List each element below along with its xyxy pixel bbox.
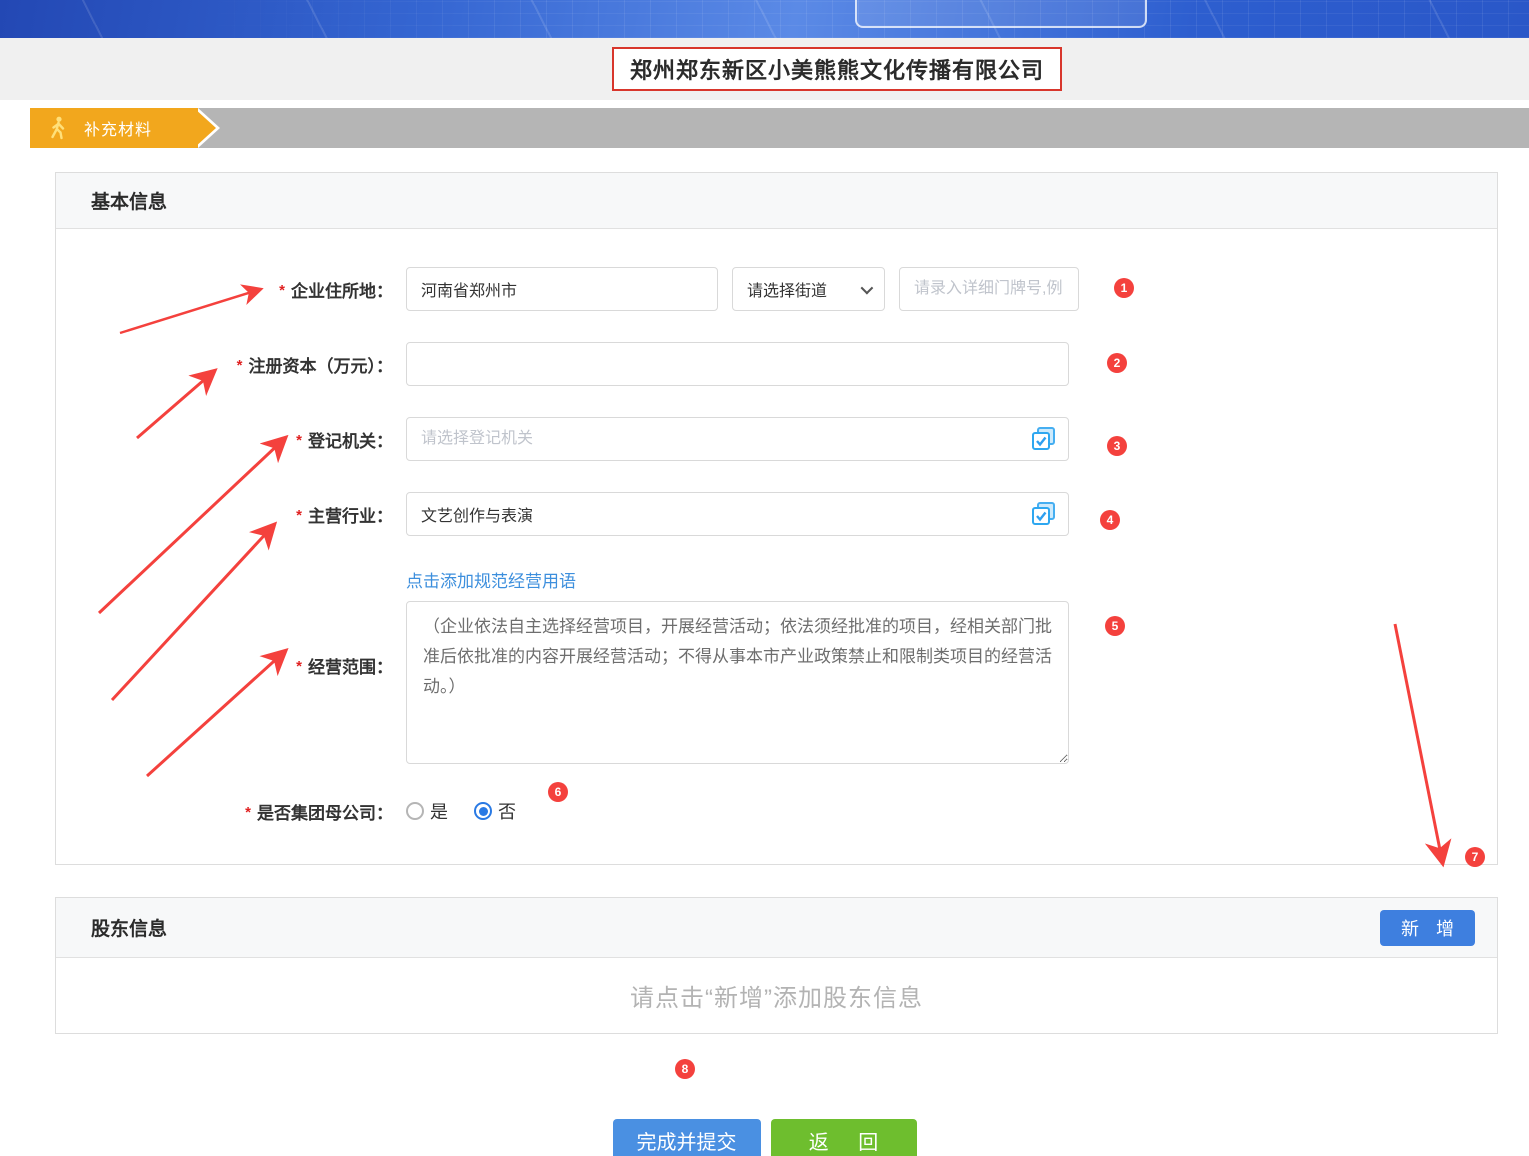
add-shareholder-button[interactable]: 新 增 bbox=[1380, 910, 1475, 946]
capital-label: *注册资本（万元）： bbox=[56, 352, 406, 377]
tab-supplementary-materials[interactable]: 补充材料 bbox=[30, 108, 198, 148]
required-asterisk: * bbox=[279, 282, 285, 299]
company-title: 郑州郑东新区小美熊熊文化传播有限公司 bbox=[630, 53, 1044, 85]
radio-yes-label: 是 bbox=[430, 798, 448, 824]
industry-input[interactable] bbox=[406, 492, 1069, 536]
step-progress-bar: 补充材料 bbox=[30, 108, 1529, 148]
address-city-input[interactable] bbox=[406, 267, 718, 311]
required-asterisk: * bbox=[296, 507, 302, 524]
basic-info-title: 基本信息 bbox=[91, 187, 167, 214]
address-label: *企业住所地： bbox=[56, 277, 406, 302]
form-row-authority: *登记机关： bbox=[56, 417, 1497, 461]
form-row-capital: *注册资本（万元）： bbox=[56, 342, 1497, 386]
form-row-address: *企业住所地： 请选择街道 bbox=[56, 267, 1497, 311]
form-row-industry: *主营行业： bbox=[56, 492, 1497, 536]
chevron-down-icon bbox=[861, 281, 874, 294]
shareholders-empty-row: 请点击“新增”添加股东信息 bbox=[56, 958, 1497, 1033]
footer-actions: 完成并提交 返 回 bbox=[0, 1119, 1529, 1156]
submit-button[interactable]: 完成并提交 bbox=[613, 1119, 761, 1156]
shareholders-title: 股东信息 bbox=[91, 914, 167, 941]
authority-label: *登记机关： bbox=[56, 427, 406, 452]
required-asterisk: * bbox=[237, 357, 243, 374]
shareholders-empty-hint: 请点击“新增”添加股东信息 bbox=[630, 978, 923, 1013]
shareholders-header: 股东信息 新 增 bbox=[56, 898, 1497, 958]
basic-info-panel: 基本信息 *企业住所地： 请选择街道 *注册资本（万元）： bbox=[55, 172, 1498, 865]
required-asterisk: * bbox=[245, 804, 251, 821]
capital-input[interactable] bbox=[406, 342, 1069, 386]
authority-input[interactable] bbox=[406, 417, 1069, 461]
scope-label: *经营范围： bbox=[56, 653, 406, 678]
radio-unchecked-icon[interactable] bbox=[406, 802, 424, 820]
radio-option-yes[interactable]: 是 bbox=[406, 798, 448, 824]
form-row-group-parent: *是否集团母公司： 是 否 bbox=[56, 798, 1497, 824]
top-banner bbox=[0, 0, 1529, 38]
walking-person-icon bbox=[48, 116, 68, 140]
company-title-box: 郑州郑东新区小美熊熊文化传播有限公司 bbox=[612, 47, 1062, 91]
basic-info-header: 基本信息 bbox=[56, 173, 1497, 229]
shareholders-panel: 股东信息 新 增 请点击“新增”添加股东信息 bbox=[55, 897, 1498, 1034]
required-asterisk: * bbox=[296, 432, 302, 449]
picker-checkbox-icon[interactable] bbox=[1030, 501, 1057, 527]
address-detail-input[interactable] bbox=[899, 267, 1079, 311]
group-parent-label: *是否集团母公司： bbox=[56, 799, 406, 824]
annotation-badge-8: 8 bbox=[675, 1059, 695, 1079]
banner-decorative-box bbox=[855, 0, 1147, 28]
basic-info-body: *企业住所地： 请选择街道 *注册资本（万元）： bbox=[56, 229, 1497, 864]
radio-checked-icon[interactable] bbox=[474, 802, 492, 820]
required-asterisk: * bbox=[296, 658, 302, 675]
radio-option-no[interactable]: 否 bbox=[474, 798, 516, 824]
title-band: 郑州郑东新区小美熊熊文化传播有限公司 bbox=[0, 38, 1529, 100]
picker-checkbox-icon[interactable] bbox=[1030, 426, 1057, 452]
add-standard-terms-link[interactable]: 点击添加规范经营用语 bbox=[406, 567, 1069, 592]
street-select[interactable]: 请选择街道 bbox=[732, 267, 885, 311]
industry-label: *主营行业： bbox=[56, 502, 406, 527]
back-button[interactable]: 返 回 bbox=[771, 1119, 917, 1156]
scope-textarea[interactable] bbox=[406, 601, 1069, 764]
tab-label: 补充材料 bbox=[84, 116, 152, 140]
radio-no-label: 否 bbox=[498, 798, 516, 824]
form-row-scope: *经营范围： 点击添加规范经营用语 bbox=[56, 567, 1497, 764]
street-select-value: 请选择街道 bbox=[747, 277, 827, 301]
page: 郑州郑东新区小美熊熊文化传播有限公司 补充材料 基本信息 *企业住所地： 请选择 bbox=[0, 0, 1529, 1156]
